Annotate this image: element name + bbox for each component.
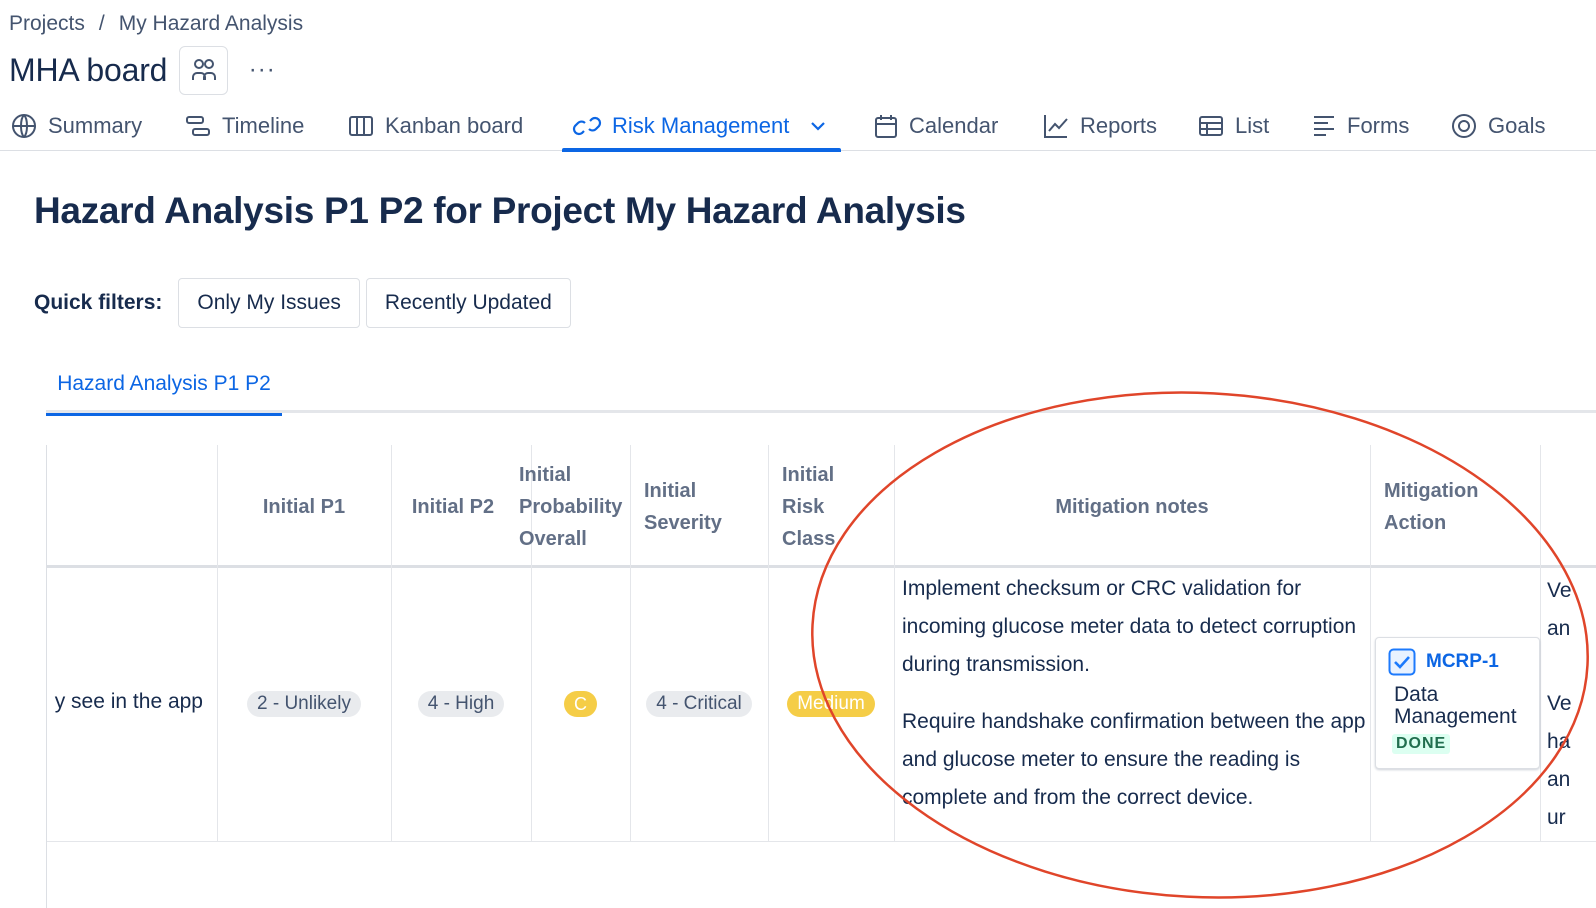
tab-forms-label: Forms [1347, 112, 1410, 138]
breadcrumb-projects-link[interactable]: Projects [9, 12, 85, 36]
cell-mitigation-notes[interactable]: Implement checksum or CRC validation for… [902, 570, 1372, 817]
probability-badge: C [564, 691, 597, 717]
column-divider [1540, 445, 1541, 841]
clipped-cell: Ve ha an ur [1547, 685, 1572, 837]
quick-filters: Quick filters: Only My Issues Recently U… [34, 278, 571, 328]
p1-lozenge: 2 - Unlikely [247, 691, 361, 717]
clipped-text: ur [1547, 806, 1566, 829]
issue-title: Data Management [1394, 683, 1517, 728]
header-text: Class [782, 528, 836, 550]
tab-risk-management[interactable]: Risk Management [561, 100, 842, 152]
tab-calendar-label: Calendar [909, 112, 999, 138]
tab-timeline-label: Timeline [222, 112, 305, 138]
issue-key-row: MCRP-1 [1388, 648, 1527, 676]
checkbox-icon [1388, 648, 1416, 676]
chevron-down-icon[interactable] [805, 113, 831, 139]
header-text: Mitigation [1384, 480, 1479, 502]
tab-list[interactable]: List [1197, 100, 1269, 151]
header-text: Initial [644, 480, 697, 502]
header-text: Initial [519, 464, 572, 486]
mitigation-action-card[interactable]: MCRP-1 Data Management DONE [1375, 637, 1540, 769]
breadcrumb: Projects / My Hazard Analysis [9, 12, 303, 36]
team-button[interactable] [179, 45, 229, 95]
calendar-icon [875, 114, 897, 138]
board-icon [349, 115, 373, 136]
tab-summary[interactable]: Summary [10, 100, 142, 151]
issue-key-link[interactable]: MCRP-1 [1426, 651, 1499, 673]
chart-line-icon [1044, 114, 1068, 138]
header-text: Initial [782, 464, 835, 486]
tab-list-label: List [1235, 112, 1270, 138]
page-title: Hazard Analysis P1 P2 for Project My Haz… [34, 190, 966, 231]
more-actions-button[interactable]: ··· [244, 52, 280, 88]
cell-description[interactable]: y see in the app [55, 690, 203, 714]
clipped-cell: Ve an [1547, 572, 1572, 648]
tab-kanban-board[interactable]: Kanban board [347, 100, 523, 151]
p2-lozenge: 4 - High [417, 691, 505, 717]
form-icon [1314, 115, 1334, 136]
clipped-text: Ve [1547, 692, 1572, 715]
board-header: MHA board ··· [9, 45, 280, 95]
header-text: Overall [519, 528, 587, 550]
cell-initial-probability[interactable]: C [531, 691, 630, 717]
breadcrumb-current-project-link[interactable]: My Hazard Analysis [119, 12, 303, 36]
table-icon [1199, 115, 1223, 136]
status-badge: DONE [1392, 734, 1451, 754]
link-icon [572, 116, 602, 135]
tab-reports[interactable]: Reports [1042, 100, 1157, 151]
mitigation-note: Implement checksum or CRC validation for… [902, 577, 1357, 676]
header-initial-severity[interactable]: Initial Severity [644, 475, 722, 539]
cell-initial-p2[interactable]: 4 - High [391, 691, 531, 717]
target-icon [1452, 113, 1476, 138]
risk-class-lozenge: Medium [787, 691, 875, 717]
cell-initial-p1[interactable]: 2 - Unlikely [217, 691, 391, 717]
hazard-table: Initial P1 Initial P2 Initial Probabilit… [46, 445, 1596, 908]
header-mitigation-action[interactable]: Mitigation Action [1384, 475, 1478, 539]
recently-updated-button[interactable]: Recently Updated [365, 278, 571, 328]
tab-goals[interactable]: Goals [1450, 100, 1545, 151]
tab-timeline[interactable]: Timeline [184, 100, 304, 151]
board-title: MHA board [9, 51, 168, 88]
severity-lozenge: 4 - Critical [646, 691, 752, 717]
cell-initial-severity[interactable]: 4 - Critical [630, 691, 768, 717]
clipped-text: ha [1547, 730, 1571, 753]
clipped-text: Ve [1547, 579, 1572, 602]
clipped-text: an [1547, 768, 1571, 791]
header-initial-p2[interactable]: Initial P2 [391, 491, 515, 523]
header-initial-p1[interactable]: Initial P1 [217, 491, 391, 523]
header-text: Action [1384, 512, 1447, 534]
analysis-tabs: Hazard Analysis P1 P2 [46, 355, 1596, 416]
tab-kanban-board-label: Kanban board [385, 112, 524, 138]
tab-reports-label: Reports [1080, 112, 1158, 138]
clipped-text: an [1547, 617, 1571, 640]
header-text: Probability [519, 496, 623, 518]
cell-initial-risk-class[interactable]: Medium [768, 691, 894, 717]
tab-risk-management-label: Risk Management [612, 112, 790, 138]
header-text: Severity [644, 512, 722, 534]
tab-calendar[interactable]: Calendar [873, 100, 998, 151]
globe-icon [12, 113, 36, 138]
column-divider [630, 445, 631, 841]
header-initial-risk-class[interactable]: Initial Risk Class [782, 459, 835, 555]
column-divider [768, 445, 769, 841]
header-mitigation-notes[interactable]: Mitigation notes [894, 491, 1370, 523]
header-text: Risk [782, 496, 825, 518]
tab-forms[interactable]: Forms [1311, 100, 1409, 151]
people-icon [191, 59, 216, 80]
tab-goals-label: Goals [1488, 112, 1546, 138]
header-initial-probability-overall[interactable]: Initial Probability Overall [519, 459, 622, 555]
project-nav: Summary Timeline Kanban board Risk Manag… [0, 100, 1596, 152]
mitigation-note: Require handshake confirmation between t… [902, 710, 1366, 809]
only-my-issues-button[interactable]: Only My Issues [178, 278, 360, 328]
tab-summary-label: Summary [48, 112, 143, 138]
timeline-icon [186, 115, 210, 136]
row-divider [47, 841, 1596, 842]
tab-hazard-analysis[interactable]: Hazard Analysis P1 P2 [46, 355, 282, 416]
quick-filters-label: Quick filters: [34, 291, 163, 314]
header-divider [47, 565, 1596, 568]
breadcrumb-separator: / [98, 12, 105, 35]
